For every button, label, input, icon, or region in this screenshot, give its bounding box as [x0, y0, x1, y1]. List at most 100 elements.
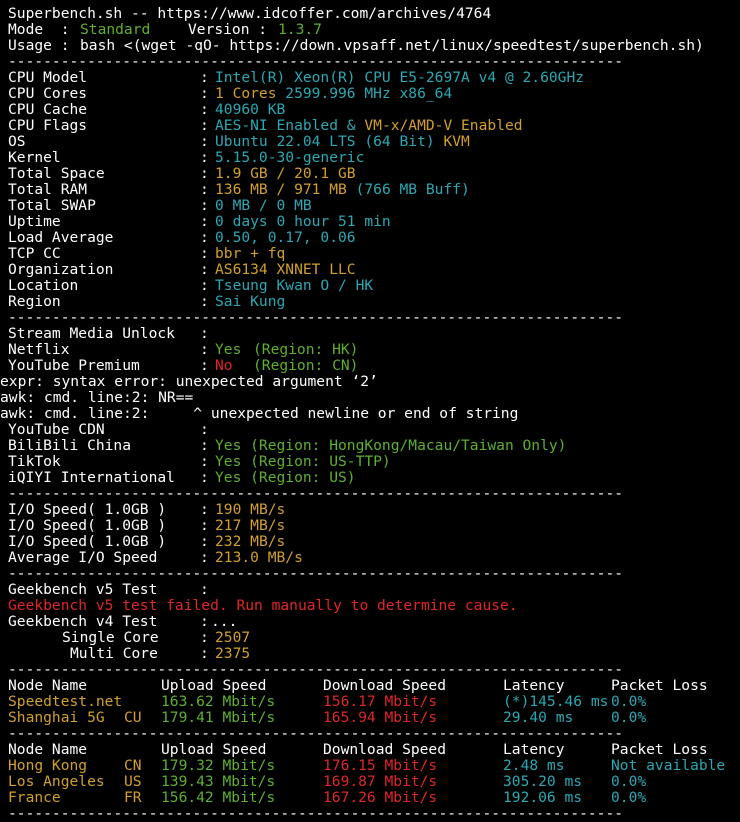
tiktok-label: TikTok — [8, 453, 61, 470]
geekbench-v5-error: Geekbench v5 test failed. Run manually t… — [8, 597, 518, 614]
upload-speed: 156.42 Mbit/s — [161, 789, 276, 806]
mode-label: Mode : — [8, 21, 79, 38]
speed-row: Los Angeles US 139.43 Mbit/s 169.87 Mbit/s 3… — [0, 774, 740, 790]
sysinfo-value: 0 MB / 0 MB — [215, 198, 312, 214]
sysinfo-value-part: 0 MB / 0 MB — [215, 197, 312, 214]
packet-loss: 0.0% — [611, 789, 647, 806]
sysinfo-value: 40960 KB — [215, 102, 285, 118]
header-node-name: Node Name — [8, 677, 88, 694]
header-latency: Latency — [503, 677, 565, 694]
separator: ----------------------------------------… — [8, 566, 624, 582]
io-row: I/O Speed( 1.0GB ): 217 MB/s — [0, 518, 740, 534]
node-country-code: US — [124, 773, 142, 790]
sysinfo-label: Load Average — [8, 229, 114, 246]
io-value: 232 MB/s — [215, 534, 285, 550]
sysinfo-value: Sai Kung — [215, 294, 285, 310]
speed-row: Shanghai 5G CU 179.41 Mbit/s 165.94 Mbit/s 2… — [0, 710, 740, 726]
sysinfo-value-part: 2599.996 MHz x86_64 — [285, 85, 453, 102]
single-core-value: 2507 — [215, 629, 251, 646]
upload-speed: 179.41 Mbit/s — [161, 709, 276, 726]
io-unit: MB/s — [250, 533, 286, 550]
sysinfo-value-part: Intel(R) Xeon(R) CPU E5-2697A v4 @ 2.60G… — [215, 69, 585, 86]
sysinfo-row: TCP CC: bbr + fq — [0, 246, 740, 262]
sysinfo-row: Total SWAP: 0 MB / 0 MB — [0, 198, 740, 214]
io-label: I/O Speed( 1.0GB ) — [8, 533, 167, 550]
youtube-cdn-label: YouTube CDN — [8, 421, 105, 438]
io-number: 213.0 — [215, 549, 259, 566]
sysinfo-value: 136 MB / 971 MB (766 MB Buff) — [215, 182, 470, 198]
packet-loss: 0.0% — [611, 693, 647, 710]
netflix-label: Netflix — [8, 341, 70, 358]
sysinfo-value: 1 Cores 2599.996 MHz x86_64 — [215, 86, 452, 102]
system-info-section: CPU Model: Intel(R) Xeon(R) CPU E5-2697A… — [0, 70, 740, 310]
io-number: 190 — [215, 501, 242, 518]
sysinfo-row: CPU Cores: 1 Cores 2599.996 MHz x86_64 — [0, 86, 740, 102]
sysinfo-value-part: bbr + fq — [215, 245, 286, 262]
separator: ----------------------------------------… — [8, 662, 624, 678]
sysinfo-row: Uptime: 0 days 0 hour 51 min — [0, 214, 740, 230]
sysinfo-label: CPU Cache — [8, 101, 88, 118]
io-number: 232 — [215, 533, 242, 550]
iqiyi-label: iQIYI International — [8, 469, 175, 486]
sysinfo-value-part: (766 MB Buff) — [355, 181, 470, 198]
io-value: 190 MB/s — [215, 502, 285, 518]
sysinfo-label: Organization — [8, 261, 114, 278]
sysinfo-row: CPU Flags: AES-NI Enabled & VM-x/AMD-V E… — [0, 118, 740, 134]
download-speed: 156.17 Mbit/s — [323, 693, 438, 710]
separator: ----------------------------------------… — [8, 54, 624, 70]
sysinfo-value: 5.15.0-30-generic — [215, 150, 364, 166]
sysinfo-value-part: 40960 KB — [215, 101, 286, 118]
speed-row: Speedtest.net 163.62 Mbit/s 156.17 Mbit/s (… — [0, 694, 740, 710]
latency: 2.48 ms — [503, 757, 565, 774]
multi-core-label: Multi Core — [70, 645, 158, 662]
node-name: Shanghai 5G — [8, 709, 105, 726]
sysinfo-row: Region: Sai Kung — [0, 294, 740, 310]
packet-loss: 0.0% — [611, 773, 647, 790]
latency: 29.40 ms — [503, 709, 574, 726]
sysinfo-value: Ubuntu 22.04 LTS (64 Bit) KVM — [215, 134, 470, 150]
io-unit: MB/s — [250, 501, 286, 518]
speedtest-table-1: Node Name Upload Speed Download Speed Laten… — [0, 678, 740, 726]
node-name: Speedtest.net — [8, 693, 123, 710]
upload-speed: 179.32 Mbit/s — [161, 757, 276, 774]
sysinfo-row: Total RAM: 136 MB / 971 MB (766 MB Buff) — [0, 182, 740, 198]
usage-command: bash <(wget -qO- https://down.vpsaff.net… — [80, 37, 704, 54]
packet-loss: 0.0% — [611, 709, 647, 726]
separator: ----------------------------------------… — [8, 486, 624, 502]
node-country-code: CU — [124, 709, 142, 726]
sysinfo-row: Kernel: 5.15.0-30-generic — [0, 150, 740, 166]
io-row: I/O Speed( 1.0GB ): 232 MB/s — [0, 534, 740, 550]
header-download-speed: Download Speed — [323, 677, 447, 694]
download-speed: 176.15 Mbit/s — [323, 757, 438, 774]
header-packet-loss: Packet Loss — [611, 677, 708, 694]
io-unit: MB/s — [267, 549, 303, 566]
sysinfo-label: Uptime — [8, 213, 61, 230]
header-node-name: Node Name — [8, 741, 88, 758]
youtube-premium-region: (Region: CN) — [253, 357, 359, 374]
download-speed: 165.94 Mbit/s — [323, 709, 438, 726]
separator: ----------------------------------------… — [8, 726, 624, 742]
sysinfo-label: Region — [8, 293, 61, 310]
sysinfo-value: Tseung Kwan O / HK — [215, 278, 373, 294]
io-unit: MB/s — [250, 517, 286, 534]
sysinfo-label: Total RAM — [8, 181, 88, 198]
download-speed: 169.87 Mbit/s — [323, 773, 438, 790]
stream-media-section: Stream Media Unlock: Netflix: Yes (Region… — [0, 326, 740, 486]
sysinfo-value-part: 0 days 0 hour 51 min — [215, 213, 391, 230]
sysinfo-value-part: Ubuntu 22.04 LTS (64 Bit) — [215, 133, 444, 150]
sysinfo-value-part: KVM — [443, 133, 470, 150]
geekbench-v4-label: Geekbench v4 Test — [8, 613, 158, 630]
node-country-code: FR — [124, 789, 142, 806]
sysinfo-row: CPU Model: Intel(R) Xeon(R) CPU E5-2697A… — [0, 70, 740, 86]
usage-line: Usage : bash <(wget -qO- https://down.vp… — [0, 38, 740, 54]
bilibili-value: Yes (Region: HongKong/Macau/Taiwan Only) — [215, 437, 567, 454]
sysinfo-value: bbr + fq — [215, 246, 285, 262]
sysinfo-label: Location — [8, 277, 79, 294]
speed-row: Hong Kong CN 179.32 Mbit/s 176.15 Mbit/s 2.4… — [0, 758, 740, 774]
error-line: expr: syntax error: unexpected argument … — [0, 373, 378, 390]
sysinfo-value-part: 5.15.0-30-generic — [215, 149, 365, 166]
title-line: Superbench.sh -- https://www.idcoffer.co… — [0, 6, 740, 22]
sysinfo-value: Intel(R) Xeon(R) CPU E5-2697A v4 @ 2.60G… — [215, 70, 584, 86]
sysinfo-label: CPU Model — [8, 69, 88, 86]
colon: : — [200, 421, 218, 438]
